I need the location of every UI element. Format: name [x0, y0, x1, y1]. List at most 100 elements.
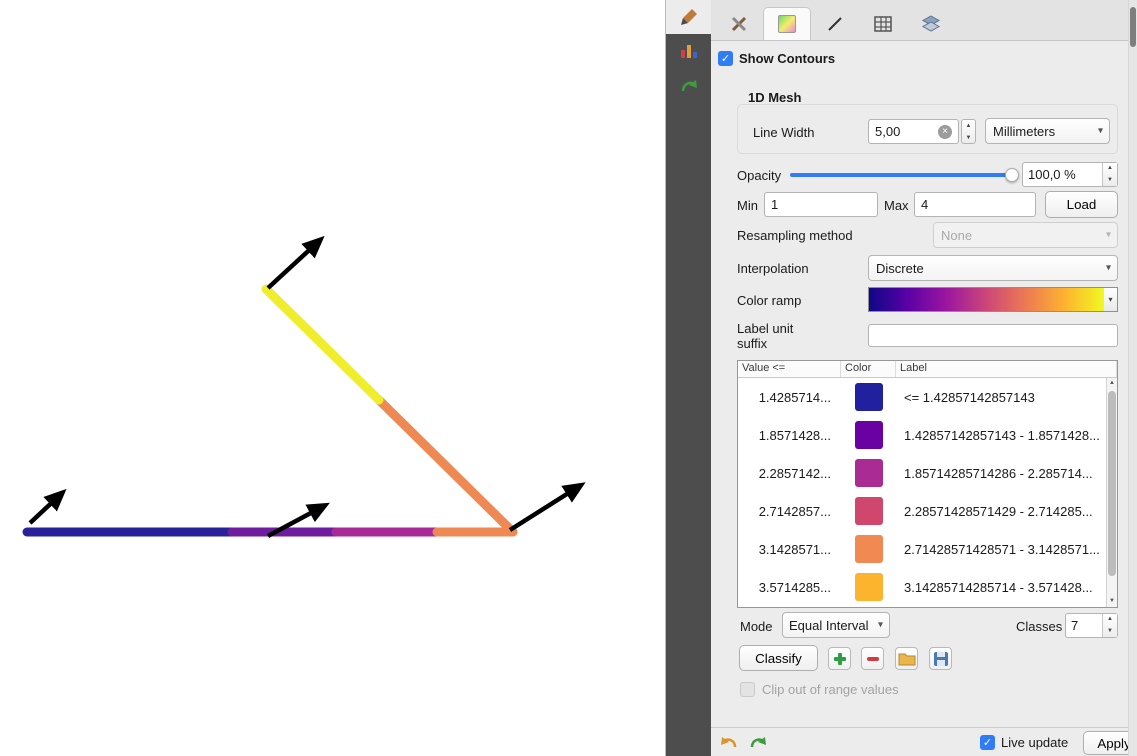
minus-icon: [865, 651, 881, 667]
table-scrollbar-thumb[interactable]: [1108, 391, 1116, 576]
tab-averaging[interactable]: [907, 7, 955, 40]
table-scrollbar[interactable]: ▲ ▼: [1106, 378, 1117, 607]
panel-scrollbar[interactable]: [1128, 0, 1137, 756]
mesh-layer-drawing: [0, 0, 665, 756]
classify-button[interactable]: Classify: [739, 645, 818, 671]
class-value-cell[interactable]: 3.1428571...: [738, 542, 841, 557]
color-swatch[interactable]: [855, 535, 883, 563]
add-class-button[interactable]: [828, 647, 851, 670]
header-label[interactable]: Label: [896, 361, 1117, 377]
header-color[interactable]: Color: [841, 361, 896, 377]
class-label-cell[interactable]: 2.28571428571429 - 2.714285...: [896, 504, 1106, 519]
tab-vectors[interactable]: [811, 7, 859, 40]
tab-contours[interactable]: [763, 7, 811, 40]
grid-icon: [873, 14, 893, 34]
scroll-down-icon[interactable]: ▼: [1107, 596, 1117, 607]
classification-row[interactable]: 1.4285714... <= 1.42857142857143: [738, 378, 1106, 416]
opacity-slider-track: [790, 173, 1017, 177]
color-swatch[interactable]: [855, 497, 883, 525]
clip-out-of-range-label: Clip out of range values: [762, 682, 899, 697]
histogram-icon: [679, 43, 699, 60]
classes-stepper[interactable]: ▲▼: [1102, 614, 1117, 637]
classes-spinbox[interactable]: 7 ▲▼: [1065, 613, 1118, 638]
interpolation-dropdown[interactable]: Discrete: [868, 255, 1118, 281]
opacity-slider[interactable]: [790, 167, 1017, 183]
panel-bottom-bar: Live update Apply: [711, 727, 1137, 756]
color-ramp-dropdown-arrow[interactable]: ▾: [1104, 287, 1118, 312]
interpolation-value: Discrete: [876, 261, 924, 276]
classification-table: Value <= Color Label 1.4285714... <= 1.42…: [737, 360, 1118, 608]
history-button[interactable]: [666, 68, 712, 102]
header-value[interactable]: Value <=: [738, 361, 841, 377]
class-label-cell[interactable]: <= 1.42857142857143: [896, 390, 1106, 405]
mesh-edge: [266, 289, 379, 400]
symbology-brush-button[interactable]: [666, 0, 712, 34]
resampling-value: None: [941, 228, 972, 243]
panel-scrollbar-thumb[interactable]: [1130, 7, 1136, 47]
load-button[interactable]: Load: [1045, 191, 1118, 218]
max-value: 4: [921, 197, 928, 212]
color-ramp-button[interactable]: [868, 287, 1105, 312]
class-value-cell[interactable]: 2.7142857...: [738, 504, 841, 519]
line-width-value: 5,00: [875, 124, 900, 139]
line-width-stepper[interactable]: ▲▼: [961, 119, 976, 144]
map-canvas[interactable]: [0, 0, 665, 756]
tab-rendering[interactable]: [859, 7, 907, 40]
show-contours-checkbox[interactable]: [718, 51, 733, 66]
label-unit-suffix-input[interactable]: [868, 324, 1118, 347]
opacity-label: Opacity: [737, 168, 781, 183]
class-color-cell: [841, 383, 896, 411]
class-value-cell[interactable]: 3.5714285...: [738, 580, 841, 595]
load-style-button[interactable]: [895, 647, 918, 670]
class-value-cell[interactable]: 1.8571428...: [738, 428, 841, 443]
class-value-cell[interactable]: 2.2857142...: [738, 466, 841, 481]
live-update-checkbox[interactable]: [980, 735, 995, 750]
min-input[interactable]: 1: [764, 192, 878, 217]
save-style-button[interactable]: [929, 647, 952, 670]
class-label-cell[interactable]: 1.42857142857143 - 1.8571428...: [896, 428, 1106, 443]
color-swatch[interactable]: [855, 383, 883, 411]
classification-row[interactable]: 3.5714285... 3.14285714285714 - 3.571428.…: [738, 568, 1106, 606]
classification-row[interactable]: 2.7142857... 2.28571428571429 - 2.714285.…: [738, 492, 1106, 530]
opacity-value: 100,0 %: [1023, 167, 1102, 182]
opacity-spinbox[interactable]: 100,0 % ▲▼: [1022, 162, 1118, 187]
min-label: Min: [737, 198, 758, 213]
opacity-slider-handle[interactable]: [1005, 168, 1019, 182]
remove-class-button[interactable]: [861, 647, 884, 670]
histogram-button[interactable]: [666, 34, 712, 68]
vector-arrow: [510, 487, 578, 530]
color-swatch[interactable]: [855, 459, 883, 487]
qgis-window: Show Contours 1D Mesh Line Width 5,00 × …: [0, 0, 1137, 756]
scroll-up-icon[interactable]: ▲: [1107, 378, 1117, 389]
mesh-edge: [379, 400, 513, 532]
mode-dropdown[interactable]: Equal Interval: [782, 612, 890, 638]
line-width-input[interactable]: 5,00 ×: [868, 119, 959, 144]
opacity-stepper[interactable]: ▲▼: [1102, 163, 1117, 186]
classification-row[interactable]: 2.2857142... 1.85714285714286 - 2.285714.…: [738, 454, 1106, 492]
show-contours-label: Show Contours: [739, 51, 835, 66]
live-update-label: Live update: [1001, 735, 1068, 750]
class-label-cell[interactable]: 1.85714285714286 - 2.285714...: [896, 466, 1106, 481]
tab-settings[interactable]: [715, 7, 763, 40]
color-swatch[interactable]: [855, 421, 883, 449]
max-input[interactable]: 4: [914, 192, 1036, 217]
class-label-cell[interactable]: 2.71428571428571 - 3.1428571...: [896, 542, 1106, 557]
clear-icon[interactable]: ×: [938, 125, 952, 139]
vector-arrow: [268, 242, 318, 288]
redo-button[interactable]: [747, 731, 769, 753]
color-swatch[interactable]: [855, 573, 883, 601]
classification-row[interactable]: 3.1428571... 2.71428571428571 - 3.1428571…: [738, 530, 1106, 568]
mode-label: Mode: [740, 619, 773, 634]
undo-button[interactable]: [718, 731, 740, 753]
resampling-dropdown: None: [933, 222, 1118, 248]
plus-icon: [832, 651, 848, 667]
classification-row[interactable]: 1.8571428... 1.42857142857143 - 1.8571428…: [738, 416, 1106, 454]
class-color-cell: [841, 573, 896, 601]
table-body: 1.4285714... <= 1.42857142857143 1.8571428…: [738, 378, 1106, 607]
class-label-cell[interactable]: 3.14285714285714 - 3.571428...: [896, 580, 1106, 595]
min-value: 1: [771, 197, 778, 212]
color-ramp-label: Color ramp: [737, 293, 801, 308]
styling-panel-strip: [665, 0, 711, 756]
line-width-unit-dropdown[interactable]: Millimeters: [985, 118, 1110, 144]
class-value-cell[interactable]: 1.4285714...: [738, 390, 841, 405]
